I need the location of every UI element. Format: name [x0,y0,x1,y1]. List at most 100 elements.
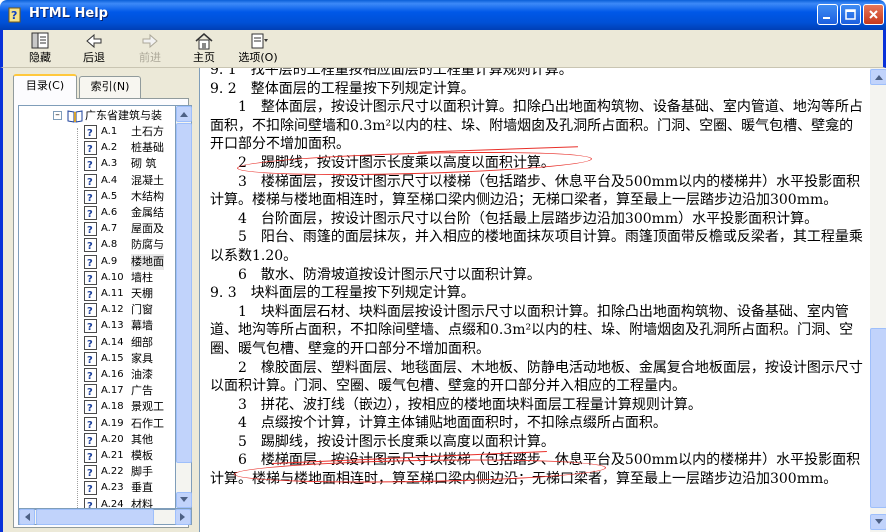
topic-paragraph: 2 橡胶面层、塑料面层、地毯面层、木地板、防静电活动地板、金属复合地板面层，按设… [210,359,863,395]
topic-paragraph: 1 整体面层，按设计图示尺寸以面积计算。扣除凸出地面构筑物、设备基础、室内管道、… [210,99,863,153]
tab-index[interactable]: 索引(N) [79,76,141,98]
content-vertical-scrollbar[interactable] [870,68,886,532]
tree-item[interactable]: ? A.22 脚手 [19,464,175,480]
tree-item[interactable]: ? A.24 材料 [19,497,175,509]
tree-item-code: A.19 [101,417,124,429]
tree-item[interactable]: ? A.3 砌 筑 [19,156,175,172]
minimize-button[interactable] [817,4,838,25]
contents-tree[interactable]: – 广东省建筑与装 ? A.1 土石方? A.2 桩基础? A.3 砌 筑? A.4 混凝土? A… [18,105,176,509]
tree-item-code: A.18 [101,401,124,413]
topic-paragraph: 4 点缀按个计算，计算主体铺贴地面面积时，不扣除点缀所占面积。 [238,415,667,432]
tree-item[interactable]: ? A.2 桩基础 [19,140,175,156]
tab-index-label: 索引(N) [90,80,130,93]
hide-label: 隐藏 [29,51,51,64]
tree-item[interactable]: ? A.23 垂直 [19,480,175,496]
tree-item-label: 广告 [131,384,153,398]
back-button[interactable]: 后退 [69,31,119,67]
tree-scroll-left-button[interactable] [19,509,35,525]
toolbar: 隐藏 后退 前进 主页 选项(O) [0,30,886,68]
tree-item[interactable]: ? A.21 模板 [19,448,175,464]
tree-item[interactable]: ? A.10 墙柱 [19,270,175,286]
svg-text:?: ? [87,225,93,236]
tree-item[interactable]: ? A.19 石作工 [19,416,175,432]
tree-item[interactable]: ? A.8 防腐与 [19,237,175,253]
forward-button[interactable]: 前进 [125,31,175,67]
maximize-button[interactable] [840,4,861,25]
content-scroll-thumb[interactable] [870,328,886,508]
close-icon [869,10,878,19]
help-page-icon: ? [84,222,97,237]
tree-root-node[interactable]: – 广东省建筑与装 [19,108,175,124]
tree-scroll-right-button[interactable] [175,509,191,525]
tree-item[interactable]: ? A.20 其他 [19,432,175,448]
hide-icon [31,32,49,49]
tree-item-code: A.15 [101,352,124,364]
back-label: 后退 [83,51,105,64]
topic-content-pane[interactable]: 9. 1 找平层的工程量按相应面层的工程量计算规则计算。 9. 2 整体面层的工程… [199,68,886,532]
tree-item[interactable]: ? A.13 幕墙 [19,318,175,334]
collapse-toggle-icon[interactable]: – [53,111,62,120]
svg-text:?: ? [87,306,93,317]
tree-item[interactable]: ? A.5 木结构 [19,189,175,205]
tree-item[interactable]: ? A.17 广告 [19,383,175,399]
tree-item[interactable]: ? A.4 混凝土 [19,173,175,189]
topic-paragraph: 1 块料面层石材、块料面层按设计图示尺寸以面积计算。扣除凸出地面构筑物、设备基础… [210,303,854,357]
tree-item-label: 油漆 [131,368,153,381]
help-page-icon: ? [84,335,97,350]
tree-item[interactable]: ? A.11 天棚 [19,286,175,302]
help-page-icon: ? [84,416,97,431]
tab-contents[interactable]: 目录(C) [13,74,77,99]
tree-hscroll-thumb[interactable] [36,509,154,525]
svg-text:?: ? [87,501,93,509]
help-page-icon: ? [84,497,97,509]
content-scroll-up-button[interactable] [870,69,886,85]
forward-label: 前进 [139,51,161,64]
topic-text: 9. 1 找平层的工程量按相应面层的工程量计算规则计算。 9. 2 整体面层的工程… [210,68,864,489]
help-page-icon: ? [84,173,97,188]
tree-scroll-thumb[interactable] [176,123,192,463]
help-page-icon: ? [84,125,97,139]
svg-text:?: ? [87,403,93,414]
tree-item[interactable]: ? A.12 门窗 [19,302,175,318]
tree-item-label: 木结构 [131,189,164,203]
svg-text:?: ? [87,339,93,350]
home-label: 主页 [193,51,215,64]
svg-text:?: ? [11,9,17,22]
tree-item-label: 材料 [131,497,153,509]
window-title: HTML Help [29,6,108,21]
tree-item[interactable]: ? A.7 屋面及 [19,221,175,237]
tree-item[interactable]: ? A.6 金属结 [19,205,175,221]
tree-item[interactable]: ? A.9 楼地面 [19,253,175,270]
tree-vertical-scrollbar[interactable] [176,105,192,509]
tree-item[interactable]: ? A.18 景观工 [19,399,175,415]
tree-item-code: A.1 [101,126,118,137]
home-icon [195,33,213,50]
forward-arrow-icon [142,33,158,49]
tree-item-code: A.23 [101,482,124,494]
open-book-icon [67,110,83,123]
help-page-icon: ? [84,400,97,415]
help-page-icon: ? [84,351,97,366]
tree-item-label: 天棚 [131,287,153,300]
tree-item[interactable]: ? A.15 家具 [19,351,175,367]
content-scroll-down-button[interactable] [870,514,886,530]
svg-text:?: ? [87,209,93,220]
help-page-icon: ? [84,157,97,172]
tree-horizontal-scrollbar[interactable] [18,509,192,525]
help-page-icon: ? [84,238,97,253]
tree-item-code: A.21 [101,450,124,461]
tree-item[interactable]: ? A.14 细部 [19,335,175,351]
tree-item-code: A.14 [101,336,124,348]
home-button[interactable]: 主页 [179,31,229,67]
close-button[interactable] [863,4,884,25]
hide-button[interactable]: 隐藏 [15,31,65,67]
tree-scroll-up-button[interactable] [176,106,192,122]
help-page-icon: ? [84,368,97,382]
tree-item[interactable]: ? A.1 土石方 [19,124,175,140]
help-page-icon: ? [84,432,97,447]
title-bar[interactable]: ? HTML Help [0,0,886,30]
tree-item[interactable]: ? A.16 油漆 [19,367,175,383]
options-button[interactable]: 选项(O) [233,31,283,67]
tree-scroll-down-button[interactable] [176,492,192,508]
svg-text:?: ? [87,160,93,171]
